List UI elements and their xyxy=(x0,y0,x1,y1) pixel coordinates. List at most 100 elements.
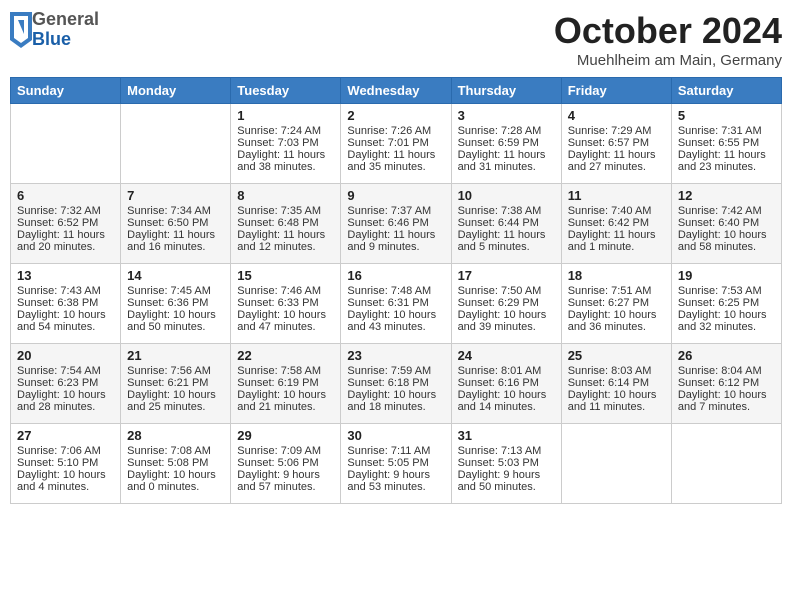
sunset-text: Sunset: 6:31 PM xyxy=(347,297,444,309)
sunset-text: Sunset: 6:59 PM xyxy=(458,137,555,149)
col-friday: Friday xyxy=(561,78,671,104)
logo-general: General xyxy=(32,10,99,30)
calendar-cell: 23Sunrise: 7:59 AMSunset: 6:18 PMDayligh… xyxy=(341,344,451,424)
sunset-text: Sunset: 5:08 PM xyxy=(127,457,224,469)
day-number: 23 xyxy=(347,348,444,363)
daylight-text: Daylight: 10 hours and 4 minutes. xyxy=(17,469,114,493)
sunrise-text: Sunrise: 7:06 AM xyxy=(17,445,114,457)
sunset-text: Sunset: 6:48 PM xyxy=(237,217,334,229)
calendar-cell: 26Sunrise: 8:04 AMSunset: 6:12 PMDayligh… xyxy=(671,344,781,424)
calendar-cell: 1Sunrise: 7:24 AMSunset: 7:03 PMDaylight… xyxy=(231,104,341,184)
sunrise-text: Sunrise: 7:08 AM xyxy=(127,445,224,457)
sunset-text: Sunset: 6:23 PM xyxy=(17,377,114,389)
calendar-week-4: 20Sunrise: 7:54 AMSunset: 6:23 PMDayligh… xyxy=(11,344,782,424)
calendar-cell: 28Sunrise: 7:08 AMSunset: 5:08 PMDayligh… xyxy=(121,424,231,504)
daylight-text: Daylight: 9 hours and 53 minutes. xyxy=(347,469,444,493)
sunrise-text: Sunrise: 7:38 AM xyxy=(458,205,555,217)
calendar-cell: 22Sunrise: 7:58 AMSunset: 6:19 PMDayligh… xyxy=(231,344,341,424)
calendar-cell: 24Sunrise: 8:01 AMSunset: 6:16 PMDayligh… xyxy=(451,344,561,424)
day-number: 3 xyxy=(458,108,555,123)
sunrise-text: Sunrise: 7:59 AM xyxy=(347,365,444,377)
sunset-text: Sunset: 5:06 PM xyxy=(237,457,334,469)
calendar-cell: 17Sunrise: 7:50 AMSunset: 6:29 PMDayligh… xyxy=(451,264,561,344)
daylight-text: Daylight: 10 hours and 47 minutes. xyxy=(237,309,334,333)
daylight-text: Daylight: 10 hours and 28 minutes. xyxy=(17,389,114,413)
sunset-text: Sunset: 7:01 PM xyxy=(347,137,444,149)
calendar-table: Sunday Monday Tuesday Wednesday Thursday… xyxy=(10,77,782,504)
sunset-text: Sunset: 7:03 PM xyxy=(237,137,334,149)
sunset-text: Sunset: 6:14 PM xyxy=(568,377,665,389)
calendar-cell: 25Sunrise: 8:03 AMSunset: 6:14 PMDayligh… xyxy=(561,344,671,424)
daylight-text: Daylight: 10 hours and 32 minutes. xyxy=(678,309,775,333)
calendar-cell: 5Sunrise: 7:31 AMSunset: 6:55 PMDaylight… xyxy=(671,104,781,184)
calendar-cell: 16Sunrise: 7:48 AMSunset: 6:31 PMDayligh… xyxy=(341,264,451,344)
sunset-text: Sunset: 6:27 PM xyxy=(568,297,665,309)
location: Muehlheim am Main, Germany xyxy=(554,52,782,69)
daylight-text: Daylight: 11 hours and 5 minutes. xyxy=(458,229,555,253)
sunrise-text: Sunrise: 7:58 AM xyxy=(237,365,334,377)
logo: General Blue xyxy=(10,10,99,50)
calendar-cell: 27Sunrise: 7:06 AMSunset: 5:10 PMDayligh… xyxy=(11,424,121,504)
day-number: 31 xyxy=(458,428,555,443)
sunrise-text: Sunrise: 7:32 AM xyxy=(17,205,114,217)
day-number: 21 xyxy=(127,348,224,363)
daylight-text: Daylight: 10 hours and 39 minutes. xyxy=(458,309,555,333)
day-number: 6 xyxy=(17,188,114,203)
calendar-cell: 11Sunrise: 7:40 AMSunset: 6:42 PMDayligh… xyxy=(561,184,671,264)
calendar-body: 1Sunrise: 7:24 AMSunset: 7:03 PMDaylight… xyxy=(11,104,782,504)
sunset-text: Sunset: 6:33 PM xyxy=(237,297,334,309)
logo-icon xyxy=(10,12,32,48)
calendar-cell xyxy=(121,104,231,184)
daylight-text: Daylight: 10 hours and 11 minutes. xyxy=(568,389,665,413)
sunrise-text: Sunrise: 7:50 AM xyxy=(458,285,555,297)
day-number: 16 xyxy=(347,268,444,283)
sunset-text: Sunset: 6:50 PM xyxy=(127,217,224,229)
calendar-cell: 14Sunrise: 7:45 AMSunset: 6:36 PMDayligh… xyxy=(121,264,231,344)
calendar-cell: 7Sunrise: 7:34 AMSunset: 6:50 PMDaylight… xyxy=(121,184,231,264)
sunrise-text: Sunrise: 7:34 AM xyxy=(127,205,224,217)
sunrise-text: Sunrise: 7:11 AM xyxy=(347,445,444,457)
day-number: 18 xyxy=(568,268,665,283)
col-tuesday: Tuesday xyxy=(231,78,341,104)
sunrise-text: Sunrise: 7:48 AM xyxy=(347,285,444,297)
sunset-text: Sunset: 6:38 PM xyxy=(17,297,114,309)
day-number: 24 xyxy=(458,348,555,363)
col-wednesday: Wednesday xyxy=(341,78,451,104)
sunset-text: Sunset: 6:42 PM xyxy=(568,217,665,229)
sunset-text: Sunset: 6:46 PM xyxy=(347,217,444,229)
calendar-cell xyxy=(561,424,671,504)
calendar-cell: 8Sunrise: 7:35 AMSunset: 6:48 PMDaylight… xyxy=(231,184,341,264)
month-title: October 2024 xyxy=(554,10,782,52)
daylight-text: Daylight: 9 hours and 50 minutes. xyxy=(458,469,555,493)
col-saturday: Saturday xyxy=(671,78,781,104)
sunset-text: Sunset: 6:19 PM xyxy=(237,377,334,389)
sunrise-text: Sunrise: 8:04 AM xyxy=(678,365,775,377)
sunset-text: Sunset: 6:12 PM xyxy=(678,377,775,389)
sunrise-text: Sunrise: 7:56 AM xyxy=(127,365,224,377)
daylight-text: Daylight: 11 hours and 16 minutes. xyxy=(127,229,224,253)
daylight-text: Daylight: 10 hours and 54 minutes. xyxy=(17,309,114,333)
sunrise-text: Sunrise: 7:31 AM xyxy=(678,125,775,137)
daylight-text: Daylight: 10 hours and 58 minutes. xyxy=(678,229,775,253)
calendar-cell: 12Sunrise: 7:42 AMSunset: 6:40 PMDayligh… xyxy=(671,184,781,264)
logo-text: General Blue xyxy=(32,10,99,50)
sunset-text: Sunset: 6:16 PM xyxy=(458,377,555,389)
daylight-text: Daylight: 10 hours and 7 minutes. xyxy=(678,389,775,413)
calendar-cell: 3Sunrise: 7:28 AMSunset: 6:59 PMDaylight… xyxy=(451,104,561,184)
day-number: 13 xyxy=(17,268,114,283)
daylight-text: Daylight: 11 hours and 1 minute. xyxy=(568,229,665,253)
calendar-cell: 21Sunrise: 7:56 AMSunset: 6:21 PMDayligh… xyxy=(121,344,231,424)
sunset-text: Sunset: 5:05 PM xyxy=(347,457,444,469)
day-number: 22 xyxy=(237,348,334,363)
daylight-text: Daylight: 11 hours and 27 minutes. xyxy=(568,149,665,173)
day-number: 1 xyxy=(237,108,334,123)
header-row: Sunday Monday Tuesday Wednesday Thursday… xyxy=(11,78,782,104)
sunrise-text: Sunrise: 7:13 AM xyxy=(458,445,555,457)
sunset-text: Sunset: 6:21 PM xyxy=(127,377,224,389)
daylight-text: Daylight: 9 hours and 57 minutes. xyxy=(237,469,334,493)
calendar-cell: 20Sunrise: 7:54 AMSunset: 6:23 PMDayligh… xyxy=(11,344,121,424)
daylight-text: Daylight: 10 hours and 18 minutes. xyxy=(347,389,444,413)
daylight-text: Daylight: 11 hours and 38 minutes. xyxy=(237,149,334,173)
day-number: 10 xyxy=(458,188,555,203)
sunset-text: Sunset: 6:57 PM xyxy=(568,137,665,149)
